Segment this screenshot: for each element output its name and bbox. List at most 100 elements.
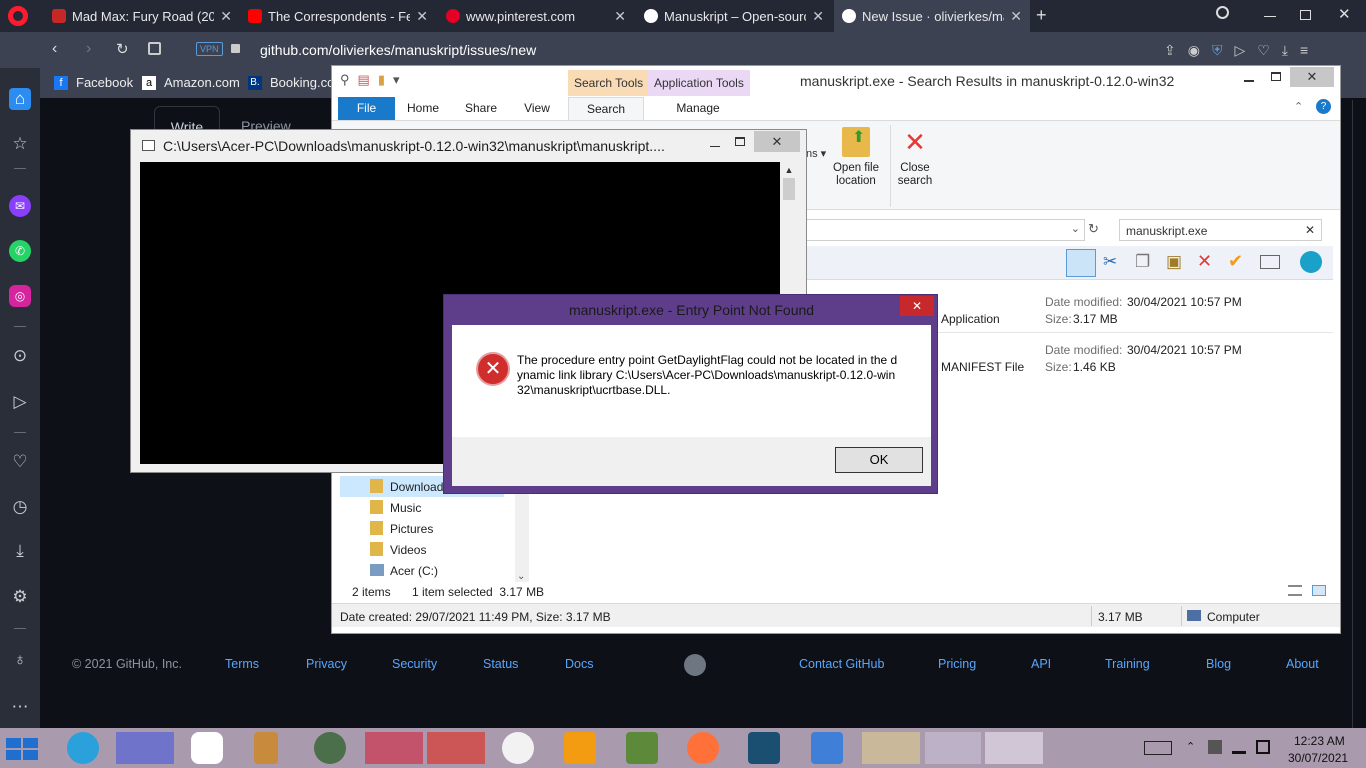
bookmark-facebook[interactable]: f Facebook bbox=[54, 75, 133, 90]
footer-link-docs[interactable]: Docs bbox=[565, 657, 593, 671]
ribbon-collapse-icon[interactable]: ⌃ bbox=[1294, 100, 1303, 113]
context-tab-application-tools[interactable]: Application Tools bbox=[648, 70, 750, 96]
close-window-icon[interactable]: ✕ bbox=[1338, 5, 1351, 23]
download-icon[interactable]: ⤓ bbox=[9, 540, 31, 562]
search-box-input[interactable]: manuskript.exe bbox=[1126, 224, 1207, 238]
location-dropdown-icon[interactable]: ⌄ bbox=[1071, 222, 1080, 235]
scroll-up-icon[interactable]: ▲ bbox=[781, 162, 797, 178]
copy-icon[interactable]: ❐ bbox=[1135, 252, 1150, 272]
footer-link-api[interactable]: API bbox=[1031, 657, 1051, 671]
help-icon[interactable]: ? bbox=[1316, 99, 1331, 114]
cut-icon[interactable]: ✂ bbox=[1103, 252, 1117, 272]
clock-date[interactable]: 30/07/2021 bbox=[1288, 751, 1348, 765]
start-button[interactable] bbox=[0, 728, 44, 768]
new-folder-icon[interactable]: ▮ bbox=[378, 72, 393, 87]
firefox-icon[interactable] bbox=[687, 732, 719, 764]
url-field[interactable]: github.com/olivierkes/manuskript/issues/… bbox=[260, 42, 536, 58]
preview-pane-icon[interactable] bbox=[1066, 249, 1096, 277]
ok-button[interactable]: OK bbox=[835, 447, 923, 473]
new-tab-icon[interactable]: + bbox=[1036, 5, 1047, 26]
show-hidden-icons[interactable]: ⌃ bbox=[1186, 740, 1195, 753]
footer-link-status[interactable]: Status bbox=[483, 657, 518, 671]
options-dropdown-partial[interactable]: ns ▾ bbox=[806, 147, 826, 160]
close-tab-icon[interactable]: ✕ bbox=[614, 8, 626, 25]
browser-tab-1[interactable]: Mad Max: Fury Road (2015✕ bbox=[44, 0, 240, 32]
player-icon[interactable]: ⊙ bbox=[9, 345, 31, 367]
settings-icon[interactable]: ⚙ bbox=[9, 586, 31, 608]
bookmark-booking[interactable]: B. Booking.co bbox=[248, 75, 334, 90]
properties-icon[interactable]: ▤ bbox=[358, 72, 378, 87]
opera-logo-icon[interactable] bbox=[8, 6, 28, 26]
wps-icon[interactable] bbox=[811, 732, 843, 764]
console-maximize-icon[interactable] bbox=[735, 137, 745, 146]
whatsapp-icon[interactable]: ✆ bbox=[9, 240, 31, 262]
ribbon-tab-home[interactable]: Home bbox=[396, 97, 450, 120]
telegram-icon[interactable] bbox=[67, 732, 99, 764]
send-icon[interactable]: ▷ bbox=[9, 391, 31, 413]
rename-icon[interactable]: ✔ bbox=[1228, 251, 1243, 272]
footer-link-contact[interactable]: Contact GitHub bbox=[799, 657, 884, 671]
ribbon-tab-file[interactable]: File bbox=[338, 97, 395, 120]
camera-icon[interactable]: ◉ bbox=[1188, 42, 1212, 58]
footer-link-about[interactable]: About bbox=[1286, 657, 1319, 671]
properties-toolbar-icon[interactable] bbox=[1260, 255, 1280, 269]
explorer-close-icon[interactable]: ✕ bbox=[1290, 67, 1334, 87]
close-tab-icon[interactable]: ✕ bbox=[1010, 8, 1022, 25]
refresh-icon[interactable]: ↻ bbox=[1088, 221, 1099, 237]
paint-app-icon[interactable] bbox=[191, 732, 223, 764]
close-search-button[interactable]: ✕ Close search bbox=[892, 127, 938, 188]
minecraft-icon[interactable] bbox=[626, 732, 658, 764]
context-tab-search-tools[interactable]: Search Tools bbox=[568, 70, 650, 96]
history-icon[interactable]: ◷ bbox=[9, 496, 31, 518]
footer-link-training[interactable]: Training bbox=[1105, 657, 1150, 671]
ribbon-tab-manage[interactable]: Manage bbox=[648, 97, 748, 120]
media-player-icon[interactable] bbox=[564, 732, 596, 764]
heart-icon[interactable]: ♡ bbox=[9, 451, 31, 473]
footer-link-pricing[interactable]: Pricing bbox=[938, 657, 976, 671]
speed-dial-icon[interactable] bbox=[148, 42, 161, 55]
clock-time[interactable]: 12:23 AM bbox=[1294, 734, 1345, 748]
keyboard-icon[interactable] bbox=[1144, 741, 1172, 755]
ribbon-tab-view[interactable]: View bbox=[510, 97, 564, 120]
delete-icon[interactable]: ✕ bbox=[1197, 251, 1212, 272]
mkvtool-icon[interactable] bbox=[427, 732, 485, 764]
close-tab-icon[interactable]: ✕ bbox=[416, 8, 428, 25]
details-view-icon[interactable] bbox=[1288, 585, 1302, 596]
nav-item-videos[interactable]: Videos bbox=[390, 543, 426, 557]
console-scroll-thumb[interactable] bbox=[783, 178, 795, 200]
restore-icon[interactable] bbox=[1300, 10, 1311, 20]
close-tab-icon[interactable]: ✕ bbox=[220, 8, 232, 25]
shield-icon[interactable]: ⛨ bbox=[1212, 42, 1235, 58]
large-icons-view-icon[interactable] bbox=[1312, 585, 1326, 596]
globe-icon[interactable] bbox=[1300, 251, 1322, 273]
paste-icon[interactable]: ▣ bbox=[1166, 252, 1182, 272]
ribbon-tab-share[interactable]: Share bbox=[454, 97, 508, 120]
browser-tab-4[interactable]: Manuskript – Open-source ✕ bbox=[636, 0, 832, 32]
network-icon[interactable] bbox=[1208, 740, 1222, 754]
open-file-location-button[interactable]: ⬆ Open file location bbox=[826, 127, 886, 188]
nav-item-drive-c[interactable]: Acer (C:) bbox=[390, 564, 438, 578]
bookmark-amazon[interactable]: a Amazon.com bbox=[142, 75, 240, 90]
github-logo-icon[interactable] bbox=[684, 654, 706, 676]
star-icon[interactable]: ☆ bbox=[9, 133, 31, 155]
book-app-icon[interactable] bbox=[748, 732, 780, 764]
signal-icon[interactable] bbox=[1232, 740, 1246, 754]
lightbulb-icon[interactable]: ♁ bbox=[9, 649, 31, 671]
clear-search-icon[interactable]: ✕ bbox=[1305, 223, 1315, 237]
send-icon[interactable]: ▷ bbox=[1234, 42, 1257, 58]
battery-icon[interactable] bbox=[1256, 740, 1270, 754]
explorer-minimize-icon[interactable] bbox=[1244, 80, 1254, 82]
opera-taskbar-icon[interactable] bbox=[365, 732, 423, 764]
vpn-badge[interactable]: VPN bbox=[196, 42, 223, 56]
back-icon[interactable]: ‹ bbox=[52, 40, 57, 58]
footer-link-privacy[interactable]: Privacy bbox=[306, 657, 347, 671]
search-glass-icon[interactable]: ⚲ bbox=[340, 72, 358, 87]
dialog-close-button[interactable]: ✕ bbox=[900, 296, 934, 316]
nav-item-pictures[interactable]: Pictures bbox=[390, 522, 433, 536]
footer-link-terms[interactable]: Terms bbox=[225, 657, 259, 671]
browser-tab-2[interactable]: The Correspondents - Fear ✕ bbox=[240, 0, 436, 32]
messenger-icon[interactable]: ✉ bbox=[9, 195, 31, 217]
close-tab-icon[interactable]: ✕ bbox=[812, 8, 824, 25]
menu-icon[interactable]: ≡ bbox=[1300, 42, 1320, 58]
browser-tab-3[interactable]: www.pinterest.com ✕ bbox=[438, 0, 634, 32]
